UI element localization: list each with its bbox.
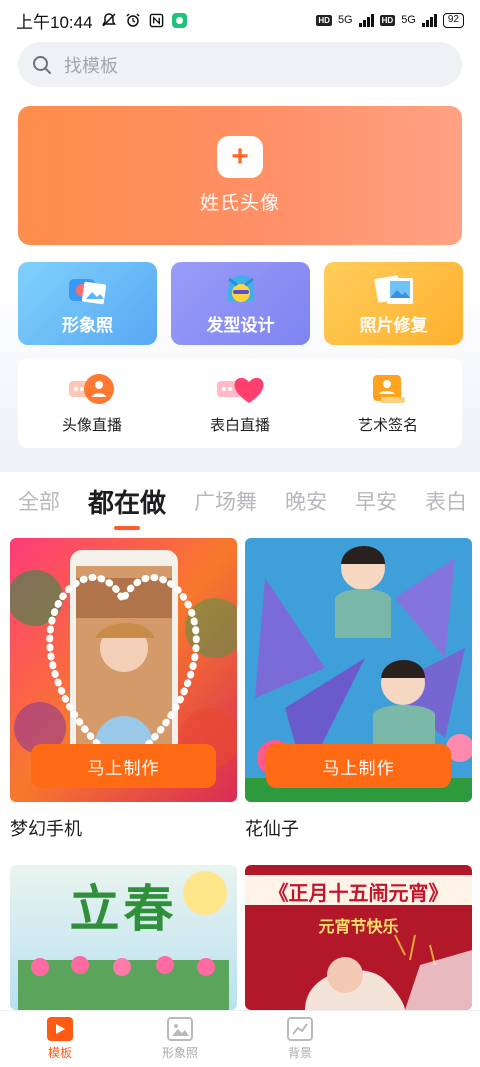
quick-action-signature[interactable]: 艺术签名 (314, 358, 462, 448)
quick-action-label: 表白直播 (209, 416, 270, 434)
tab-confession[interactable]: 表白 (425, 486, 467, 516)
template-card[interactable]: 《正月十五闹元宵》 元宵节快乐 (245, 865, 472, 1010)
search-bar[interactable]: 找模板 (18, 42, 462, 87)
photo-frame-icon (373, 273, 415, 307)
hairstyle-avatar-icon (220, 273, 262, 307)
feature-card-label: 形象照 (62, 316, 113, 335)
nfc-icon (149, 13, 164, 28)
template-card[interactable]: 马上制作 (245, 538, 472, 802)
signal-icon-2 (421, 13, 437, 27)
hd-icon: HD (316, 14, 332, 26)
photo-camera-icon (67, 273, 109, 307)
tab-all[interactable]: 全部 (18, 486, 60, 516)
alarm-icon (125, 12, 141, 28)
quick-action-avatar-live[interactable]: 头像直播 (18, 358, 166, 448)
feature-card-label: 照片修复 (359, 316, 428, 335)
nav-templates[interactable]: 模板 (0, 1011, 120, 1067)
template-thumbnail: 马上制作 (245, 538, 472, 802)
status-time: 上午10:44 (16, 12, 93, 32)
surname-avatar-label: 姓氏头像 (199, 193, 280, 214)
tab-everyone-doing[interactable]: 都在做 (88, 483, 166, 530)
nav-background[interactable]: 背景 (240, 1011, 360, 1067)
feature-card-portrait[interactable]: 形象照 (18, 262, 157, 345)
tab-good-night[interactable]: 晚安 (285, 486, 327, 516)
search-placeholder: 找模板 (64, 55, 118, 76)
quick-actions-panel: 头像直播 表白直播 艺术签名 (18, 358, 462, 448)
template-card[interactable]: 立春 (10, 865, 237, 1010)
app-notification-icon (171, 12, 187, 28)
make-now-button[interactable]: 马上制作 (31, 744, 216, 788)
template-card[interactable]: 马上制作 (10, 538, 237, 802)
template-thumbnail: 马上制作 (10, 538, 237, 802)
hd-icon-2: HD (379, 14, 396, 26)
nav-label: 背景 (287, 1046, 312, 1060)
quick-action-label: 艺术签名 (357, 416, 418, 434)
make-now-button[interactable]: 马上制作 (266, 744, 451, 788)
tab-good-morning[interactable]: 早安 (355, 486, 397, 516)
quick-action-heart-live[interactable]: 表白直播 (166, 358, 314, 448)
search-icon (33, 55, 51, 74)
template-feed: 马上制作 梦幻手机 马上制作 花仙子 立春 《正月十五闹元宵》 元宵节快乐 (0, 530, 480, 1067)
feature-card-hairstyle[interactable]: 发型设计 (171, 262, 310, 345)
nav-label: 形象照 (161, 1046, 198, 1060)
template-overlay-text: 立春 (69, 879, 178, 938)
image-icon (167, 1017, 193, 1041)
plus-icon: + (217, 136, 263, 178)
status-bar: 上午10:44 HD 5G HD 5G 92 (0, 0, 480, 40)
feature-card-label: 发型设计 (206, 316, 275, 335)
network-label-2: 5G (401, 14, 416, 26)
notification-off-icon (101, 12, 117, 28)
category-tabs: 全部 都在做 广场舞 晚安 早安 表白 (0, 472, 480, 530)
template-title: 梦幻手机 (10, 819, 82, 839)
template-thumbnail: 《正月十五闹元宵》 元宵节快乐 (245, 865, 472, 1010)
quick-action-label: 头像直播 (61, 416, 122, 434)
template-thumbnail: 立春 (10, 865, 237, 1010)
avatar-live-icon (67, 372, 117, 406)
heart-live-icon (215, 372, 265, 406)
surname-avatar-card[interactable]: + 姓氏头像 (18, 106, 462, 245)
nav-portrait[interactable]: 形象照 (120, 1011, 240, 1067)
tab-square-dance[interactable]: 广场舞 (194, 486, 257, 516)
feature-card-photo-repair[interactable]: 照片修复 (324, 262, 463, 345)
signal-icon (358, 13, 374, 27)
battery-icon: 92 (442, 12, 464, 28)
nav-label: 模板 (47, 1046, 72, 1060)
signature-icon (363, 372, 413, 406)
bottom-nav: 模板 形象照 背景 (0, 1010, 480, 1067)
template-overlay-text: 《正月十五闹元宵》 (268, 883, 449, 905)
play-icon (47, 1017, 73, 1041)
network-label-1: 5G (337, 14, 353, 26)
template-sub-text: 元宵节快乐 (318, 919, 399, 936)
template-title: 花仙子 (245, 819, 299, 839)
chart-line-icon (287, 1017, 313, 1041)
